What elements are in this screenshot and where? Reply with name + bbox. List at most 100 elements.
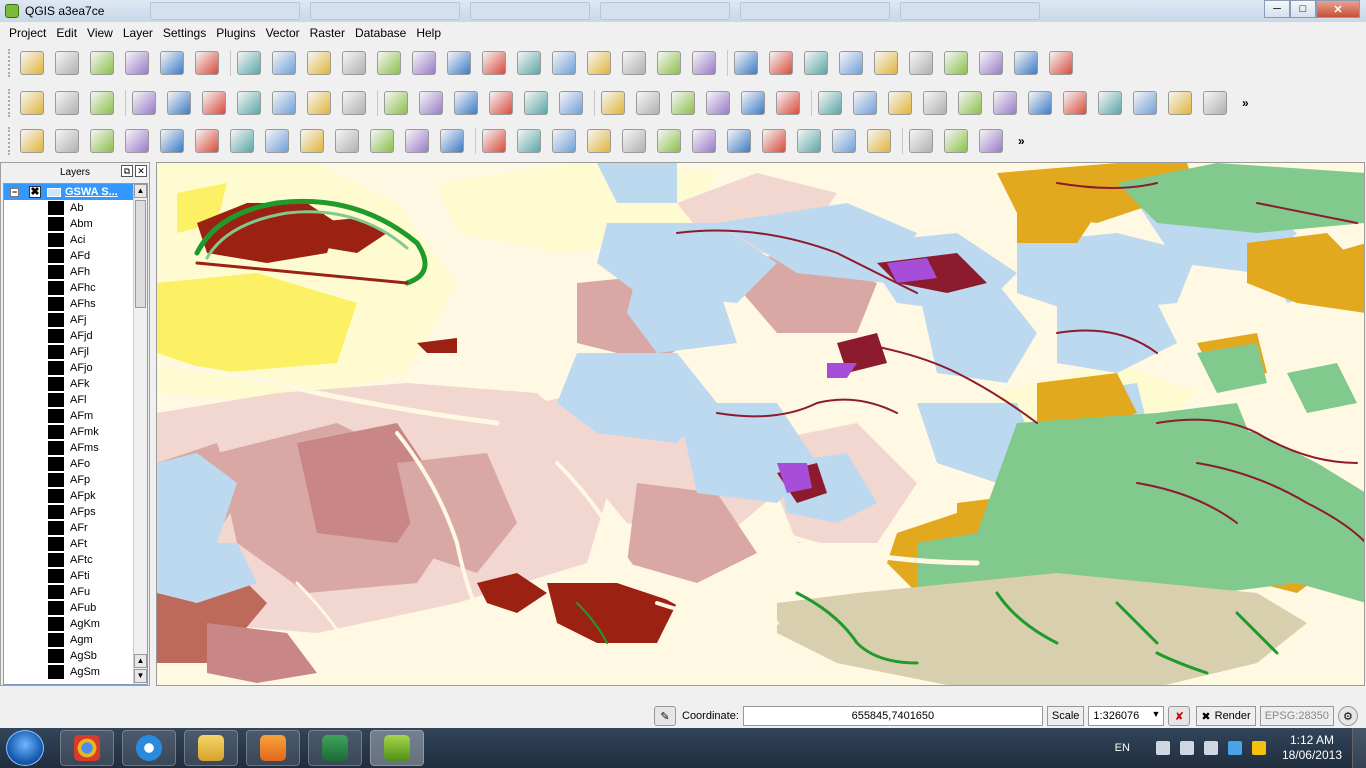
layer-tree-scrollbar[interactable]: ▲ ▲ ▼ xyxy=(133,184,147,684)
ie-taskbar-button[interactable] xyxy=(122,730,176,766)
fill-ring-icon[interactable] xyxy=(125,129,149,153)
deselect-icon[interactable] xyxy=(587,129,611,153)
rotate-symbols-icon[interactable] xyxy=(440,129,464,153)
sun-icon[interactable] xyxy=(741,91,765,115)
menu-layer[interactable]: Layer xyxy=(118,26,158,40)
layer-legend-item[interactable]: AgKm xyxy=(4,616,147,632)
zoom-layer-icon[interactable] xyxy=(1168,91,1192,115)
layer-legend-item[interactable]: AgSb xyxy=(4,648,147,664)
map-canvas[interactable] xyxy=(156,162,1365,686)
layer-legend-item[interactable]: AFd xyxy=(4,248,147,264)
delete-selected-icon[interactable] xyxy=(944,51,968,75)
add-oracle-layer-icon[interactable] xyxy=(412,51,436,75)
globe-icon[interactable] xyxy=(853,91,877,115)
delete-part-icon[interactable] xyxy=(195,129,219,153)
scroll-up-button[interactable]: ▲ xyxy=(134,184,147,198)
reshape-icon[interactable] xyxy=(230,129,254,153)
label-rotate-icon[interactable] xyxy=(524,91,548,115)
toolbar-overflow-button[interactable]: » xyxy=(1242,96,1249,110)
attribute-table-icon[interactable] xyxy=(657,129,681,153)
toolbar-handle[interactable] xyxy=(8,49,12,77)
run-action-icon[interactable] xyxy=(517,129,541,153)
layer-legend-item[interactable]: Aci xyxy=(4,232,147,248)
label-move-icon[interactable] xyxy=(489,91,513,115)
menu-plugins[interactable]: Plugins xyxy=(211,26,260,40)
layer-legend-item[interactable]: AFtc xyxy=(4,552,147,568)
stop-render-icon[interactable]: ✘ xyxy=(1168,706,1191,726)
toolbar-handle[interactable] xyxy=(8,127,12,155)
zoom-full-icon[interactable] xyxy=(1133,91,1157,115)
add-part-icon[interactable] xyxy=(90,129,114,153)
layer-legend-item[interactable]: AFr xyxy=(4,520,147,536)
remove-layer-icon[interactable] xyxy=(622,51,646,75)
digitize-icon[interactable] xyxy=(132,91,156,115)
composer-manager-icon[interactable] xyxy=(195,51,219,75)
add-vector-layer-icon[interactable] xyxy=(237,51,261,75)
copy-style-icon[interactable] xyxy=(20,91,44,115)
layer-legend-item[interactable]: Ab xyxy=(4,200,147,216)
add-sql-anywhere-icon[interactable] xyxy=(692,51,716,75)
layer-legend-item[interactable]: AFl xyxy=(4,392,147,408)
merge-selected-icon[interactable] xyxy=(370,129,394,153)
new-shapefile-icon[interactable] xyxy=(587,51,611,75)
collapse-toggle[interactable]: − xyxy=(10,187,19,197)
label-tool-icon[interactable] xyxy=(384,91,408,115)
field-calculator-icon[interactable] xyxy=(622,129,646,153)
layer-legend-item[interactable]: AFub xyxy=(4,600,147,616)
layer-legend-item[interactable]: Agm xyxy=(4,632,147,648)
close-panel-button[interactable]: ✕ xyxy=(135,165,147,177)
toggle-editing-icon[interactable] xyxy=(734,51,758,75)
scroll-up-button[interactable]: ▲ xyxy=(134,654,147,668)
media-taskbar-button[interactable] xyxy=(246,730,300,766)
python-icon[interactable] xyxy=(979,129,1003,153)
move-feature-icon[interactable] xyxy=(874,51,898,75)
layer-legend-item[interactable]: AgSm xyxy=(4,664,147,680)
layer-legend-item[interactable]: AFhs xyxy=(4,296,147,312)
add-wfs-layer-icon[interactable] xyxy=(517,51,541,75)
grass-tools-icon[interactable] xyxy=(90,91,114,115)
zoom-actual-icon[interactable] xyxy=(1098,91,1122,115)
minimize-button[interactable]: ─ xyxy=(1264,0,1290,18)
split-parts-icon[interactable] xyxy=(335,129,359,153)
redo-icon[interactable] xyxy=(55,129,79,153)
layer-legend-item[interactable]: AFjo xyxy=(4,360,147,376)
menu-settings[interactable]: Settings xyxy=(158,26,211,40)
add-ring-icon[interactable] xyxy=(237,91,261,115)
layer-legend-item[interactable]: Abm xyxy=(4,216,147,232)
language-indicator[interactable]: EN xyxy=(1115,742,1130,754)
map-tips-icon[interactable] xyxy=(762,129,786,153)
layer-legend-item[interactable]: AFh xyxy=(4,264,147,280)
paste-style-icon[interactable] xyxy=(55,91,79,115)
measure-icon[interactable] xyxy=(727,129,751,153)
toggle-extents-icon[interactable]: ✎ xyxy=(654,706,676,726)
save-edits-icon[interactable] xyxy=(804,51,828,75)
histogram-icon[interactable] xyxy=(601,91,625,115)
new-project-icon[interactable] xyxy=(20,51,44,75)
raster-stats-icon[interactable] xyxy=(671,91,695,115)
undo-icon[interactable] xyxy=(20,129,44,153)
node-icon[interactable] xyxy=(202,91,226,115)
render-checkbox[interactable]: ✖ xyxy=(1201,710,1210,723)
layer-legend-item[interactable]: AFk xyxy=(4,376,147,392)
raster-calc-icon[interactable] xyxy=(923,91,947,115)
save-project-icon[interactable] xyxy=(90,51,114,75)
pan-map-icon[interactable] xyxy=(958,91,982,115)
grid-icon[interactable] xyxy=(888,91,912,115)
layer-legend-item[interactable]: AFhc xyxy=(4,280,147,296)
layer-legend-item[interactable]: AFms xyxy=(4,440,147,456)
maximize-button[interactable]: □ xyxy=(1290,0,1316,18)
label-show-icon[interactable] xyxy=(454,91,478,115)
delete-ring-icon[interactable] xyxy=(160,129,184,153)
gps-icon[interactable] xyxy=(818,91,842,115)
explorer-taskbar-button[interactable] xyxy=(184,730,238,766)
scroll-down-button[interactable]: ▼ xyxy=(134,669,147,683)
menu-database[interactable]: Database xyxy=(350,26,411,40)
layer-legend-item[interactable]: AFmk xyxy=(4,424,147,440)
start-button[interactable] xyxy=(6,730,44,766)
split-features-icon[interactable] xyxy=(300,129,324,153)
chrome-taskbar-button[interactable] xyxy=(60,730,114,766)
show-desktop-button[interactable] xyxy=(1352,728,1366,768)
google-drive-icon[interactable] xyxy=(1251,741,1266,755)
menu-view[interactable]: View xyxy=(82,26,118,40)
geology-map[interactable] xyxy=(157,163,1365,686)
